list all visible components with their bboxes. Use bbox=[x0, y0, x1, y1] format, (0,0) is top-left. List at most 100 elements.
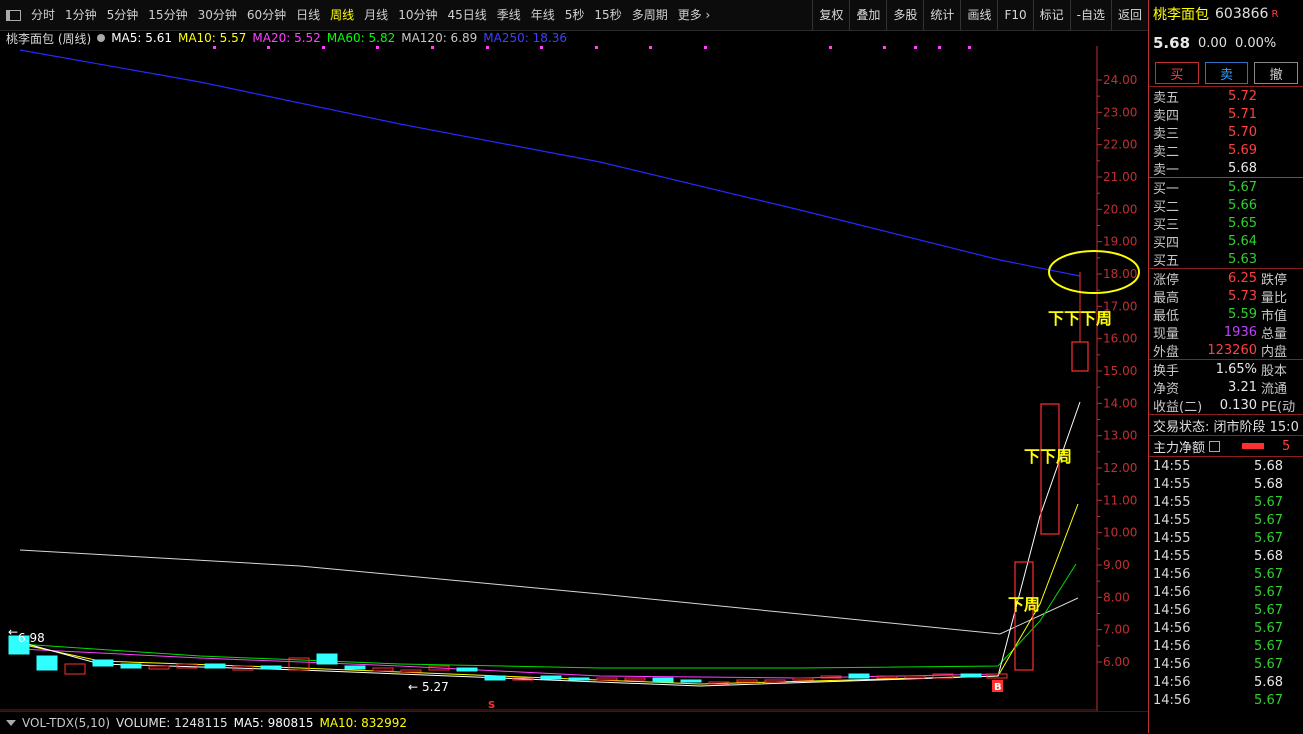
signal-dot bbox=[938, 46, 941, 49]
bid-row[interactable]: 买四 5.64 bbox=[1149, 232, 1303, 251]
ma5-value: MA5: 5.61 bbox=[111, 31, 172, 45]
candlestick-chart[interactable]: 24.0023.0022.0021.0020.0019.0018.0017.00… bbox=[0, 46, 1148, 711]
period-tabs: 分时 1分钟 5分钟 15分钟 30分钟 60分钟 日线 周线 月线 10分钟 45日线 季线 年线 5秒… bbox=[26, 0, 715, 30]
main-flow-value: 5 bbox=[1282, 438, 1291, 454]
tab-period-0[interactable]: 分时 bbox=[26, 0, 60, 30]
tab-period-15[interactable]: 多周期 bbox=[627, 0, 673, 30]
tick-list[interactable]: 14:55 5.68 14:55 5.68 14:55 5.67 14:55 5.67 14:5… bbox=[1149, 457, 1303, 709]
tick-row: 14:56 5.68 bbox=[1149, 673, 1303, 691]
cancel-button[interactable]: 撤 bbox=[1254, 62, 1299, 84]
sell-button[interactable]: 卖 bbox=[1204, 62, 1249, 84]
signal-dot bbox=[829, 46, 832, 49]
candle-big bbox=[1071, 341, 1089, 372]
tick-row: 14:56 5.67 bbox=[1149, 565, 1303, 583]
tab-period-6[interactable]: 日线 bbox=[291, 0, 325, 30]
tab-period-10[interactable]: 45日线 bbox=[442, 0, 491, 30]
ask-label: 卖三 bbox=[1153, 126, 1180, 142]
tick-row: 14:56 5.67 bbox=[1149, 619, 1303, 637]
signal-dot bbox=[213, 46, 216, 49]
tab-period-1[interactable]: 1分钟 bbox=[60, 0, 102, 30]
annotation-label: 下周 bbox=[1008, 595, 1040, 614]
signal-dot bbox=[486, 46, 489, 49]
tab-period-3[interactable]: 15分钟 bbox=[143, 0, 192, 30]
y-tick-label: 8.00 bbox=[1103, 590, 1130, 604]
candle bbox=[624, 677, 646, 681]
ma60-line bbox=[19, 563, 1077, 669]
sidebar-toggle-icon[interactable] bbox=[0, 0, 26, 30]
candle bbox=[596, 677, 618, 681]
tab-period-14[interactable]: 15秒 bbox=[589, 0, 626, 30]
ma120-line bbox=[19, 549, 1079, 635]
ask-row[interactable]: 卖四 5.71 bbox=[1149, 105, 1303, 124]
tab-period-16[interactable]: 更多 › bbox=[673, 0, 716, 30]
signal-dot bbox=[883, 46, 886, 49]
ask-row[interactable]: 卖三 5.70 bbox=[1149, 123, 1303, 142]
tab-period-7[interactable]: 周线 bbox=[325, 0, 359, 30]
candle bbox=[568, 677, 590, 681]
signal-dot bbox=[267, 46, 270, 49]
volume-collapse-icon[interactable] bbox=[6, 720, 16, 726]
y-tick-label: 21.00 bbox=[1103, 170, 1137, 184]
toolbar-button-2[interactable]: 多股 bbox=[886, 0, 923, 30]
candle bbox=[792, 677, 814, 681]
bid-price: 5.64 bbox=[1228, 233, 1257, 249]
tab-period-5[interactable]: 60分钟 bbox=[242, 0, 291, 30]
candle bbox=[904, 675, 926, 679]
buy-button[interactable]: 买 bbox=[1155, 62, 1199, 84]
annotation-label: 下下下周 bbox=[1048, 309, 1112, 328]
low-price-label: 5.27 bbox=[422, 680, 449, 694]
toolbar-button-7[interactable]: -自选 bbox=[1069, 0, 1111, 30]
bid-row[interactable]: 买一 5.67 bbox=[1149, 178, 1303, 197]
tick-time: 14:55 bbox=[1153, 530, 1191, 546]
toolbar-button-4[interactable]: 画线 bbox=[960, 0, 997, 30]
y-tick-label: 18.00 bbox=[1103, 267, 1137, 281]
volume-value: VOLUME: 1248115 bbox=[116, 716, 228, 730]
tab-period-12[interactable]: 年线 bbox=[526, 0, 560, 30]
bid-row[interactable]: 买二 5.66 bbox=[1149, 196, 1303, 215]
candle bbox=[316, 653, 338, 665]
tick-price: 5.68 bbox=[1254, 476, 1283, 492]
ask-row[interactable]: 卖五 5.72 bbox=[1149, 87, 1303, 106]
tab-period-4[interactable]: 30分钟 bbox=[193, 0, 242, 30]
stat-label: 最高 bbox=[1153, 290, 1180, 306]
stat-label: 净资 bbox=[1153, 381, 1180, 397]
high-price-label: 6.98 bbox=[18, 631, 45, 645]
ma60-value: MA60: 5.82 bbox=[326, 31, 396, 45]
bid-row[interactable]: 买三 5.65 bbox=[1149, 214, 1303, 233]
bid-price: 5.65 bbox=[1228, 215, 1257, 231]
y-tick-label: 19.00 bbox=[1103, 235, 1137, 249]
tick-price: 5.68 bbox=[1254, 674, 1283, 690]
stock-code: 603866 bbox=[1215, 6, 1269, 22]
bid-label: 买四 bbox=[1153, 235, 1180, 251]
toolbar-button-6[interactable]: 标记 bbox=[1032, 0, 1070, 30]
tab-period-13[interactable]: 5秒 bbox=[560, 0, 590, 30]
candle bbox=[540, 675, 562, 680]
candle bbox=[848, 673, 870, 679]
stat-value: 6.25 bbox=[1228, 270, 1257, 286]
tick-row: 14:55 5.68 bbox=[1149, 547, 1303, 565]
stat-row: 收益(二) 0.130 PE(动 bbox=[1149, 396, 1303, 415]
tab-period-8[interactable]: 月线 bbox=[359, 0, 393, 30]
stat-row: 现量 1936 总量 bbox=[1149, 323, 1303, 342]
toolbar-button-3[interactable]: 统计 bbox=[923, 0, 960, 30]
candle bbox=[204, 663, 226, 669]
list-icon[interactable] bbox=[1209, 440, 1221, 452]
price-change: 0.00 bbox=[1198, 35, 1227, 51]
tab-period-2[interactable]: 5分钟 bbox=[102, 0, 144, 30]
toolbar-button-8[interactable]: 返回 bbox=[1110, 0, 1148, 30]
toolbar-button-5[interactable]: F10 bbox=[997, 0, 1032, 30]
tab-period-11[interactable]: 季线 bbox=[492, 0, 526, 30]
stat-row: 净资 3.21 流通 bbox=[1149, 378, 1303, 397]
tick-time: 14:56 bbox=[1153, 566, 1191, 582]
bid-row[interactable]: 买五 5.63 bbox=[1149, 250, 1303, 269]
stats-block-1: 涨停 6.25 跌停 最高 5.73 量比 最低 5.59 市值 现量 1936 总量 外盘 123260… bbox=[1149, 269, 1303, 360]
toolbar-button-0[interactable]: 复权 bbox=[812, 0, 849, 30]
ask-row[interactable]: 卖二 5.69 bbox=[1149, 141, 1303, 160]
toolbar-button-1[interactable]: 叠加 bbox=[849, 0, 886, 30]
tab-period-9[interactable]: 10分钟 bbox=[393, 0, 442, 30]
ma120-value: MA120: 6.89 bbox=[401, 31, 478, 45]
ask-row[interactable]: 卖一 5.68 bbox=[1149, 159, 1303, 178]
tick-row: 14:56 5.67 bbox=[1149, 601, 1303, 619]
settings-dot-icon[interactable] bbox=[97, 34, 106, 42]
tick-time: 14:55 bbox=[1153, 476, 1191, 492]
